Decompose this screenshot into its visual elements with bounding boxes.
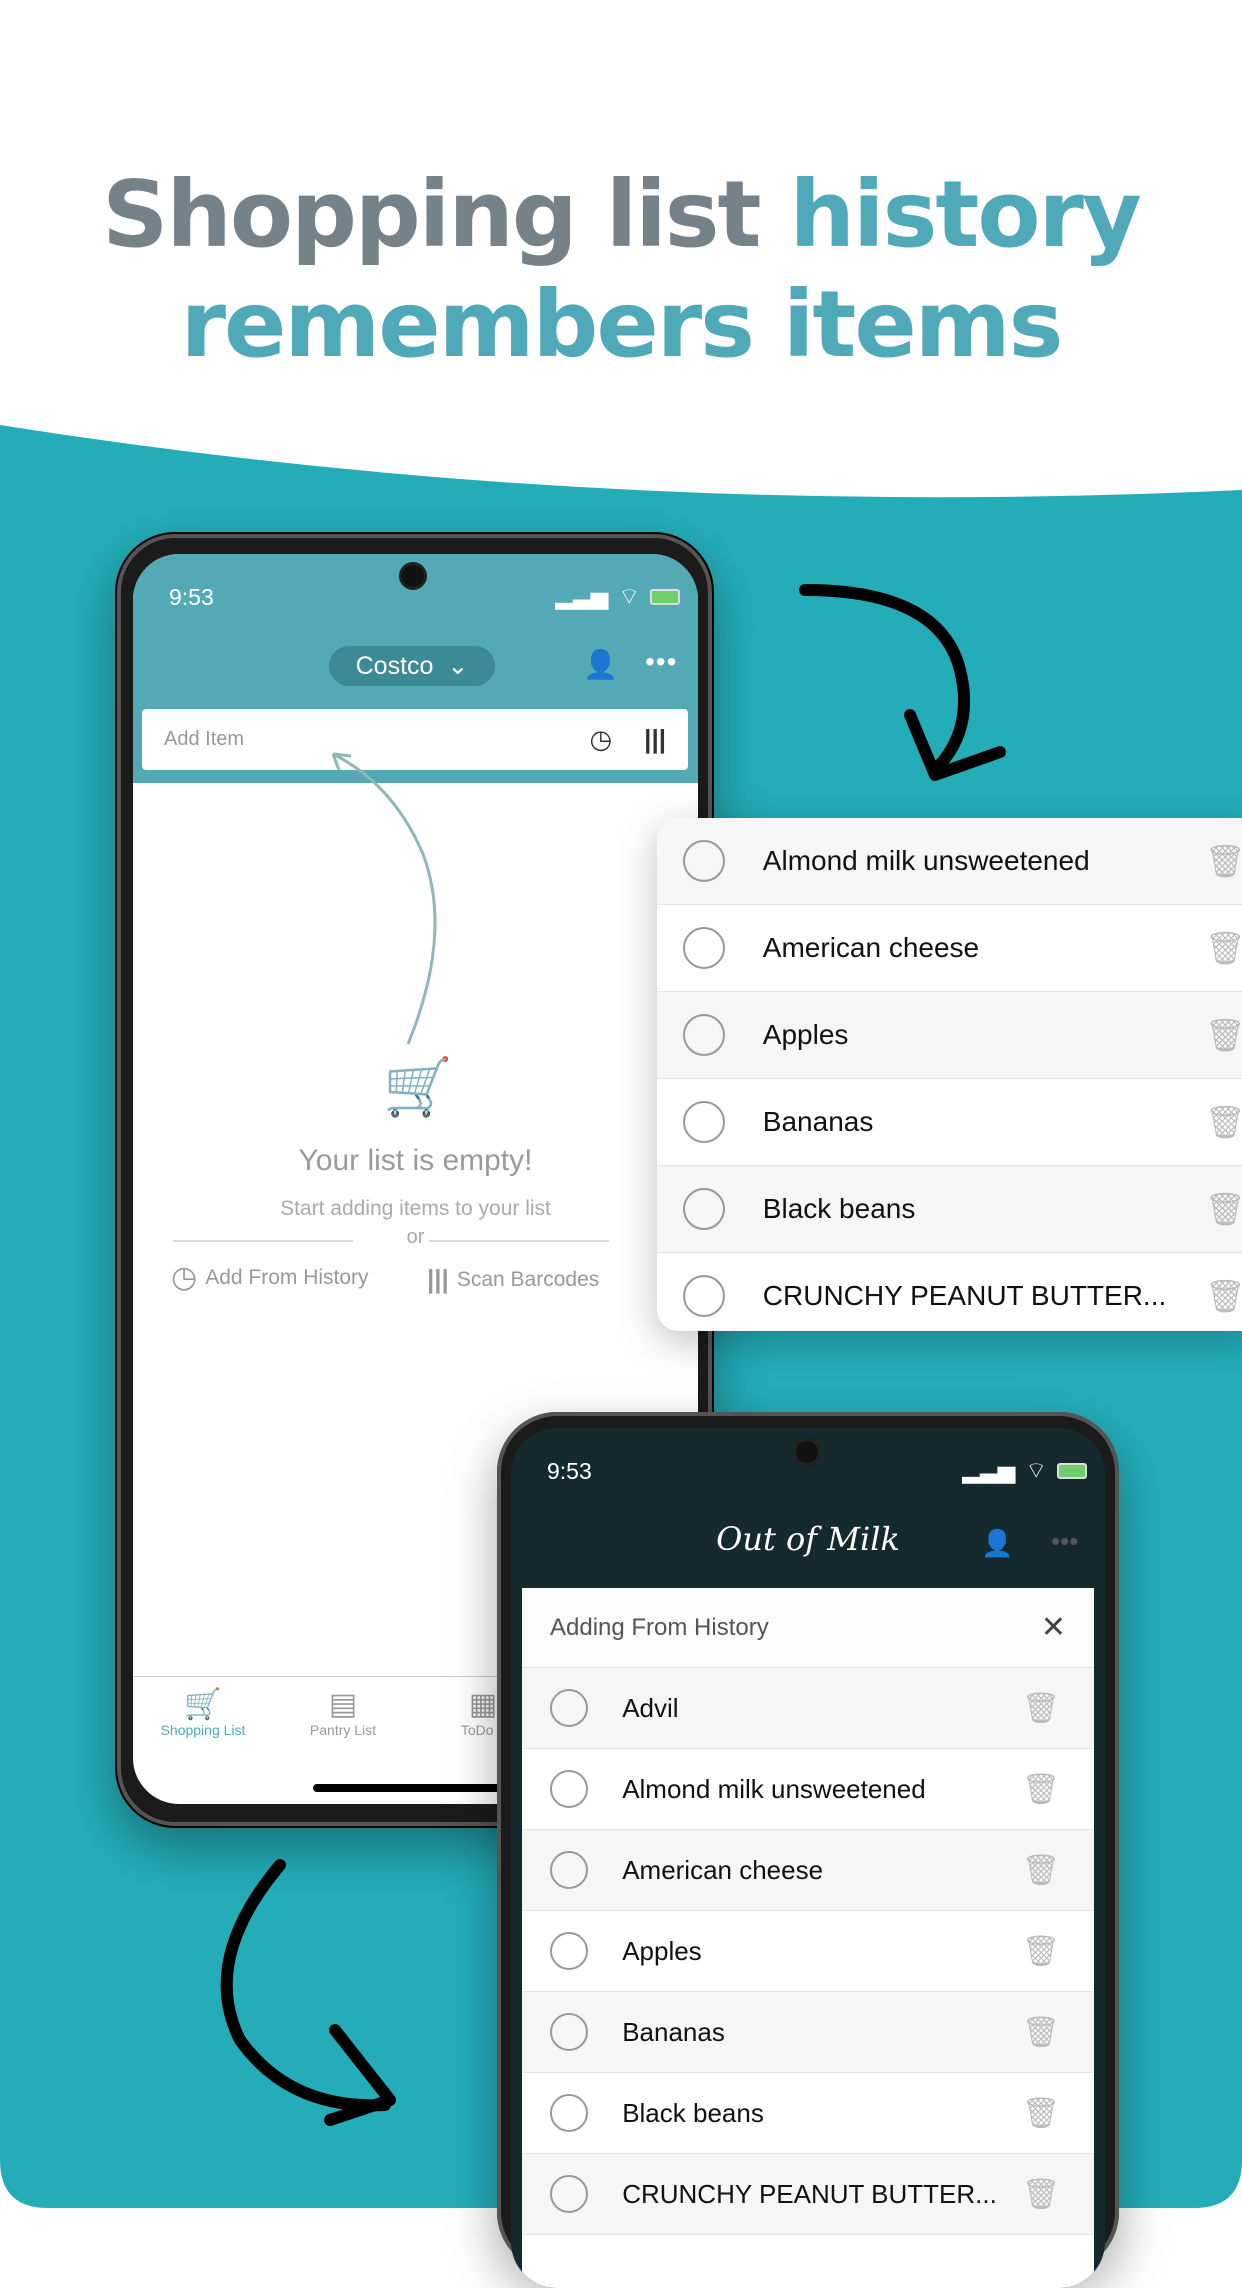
decorative-arrows — [220, 584, 1006, 2126]
arrow-top-right — [799, 584, 971, 776]
